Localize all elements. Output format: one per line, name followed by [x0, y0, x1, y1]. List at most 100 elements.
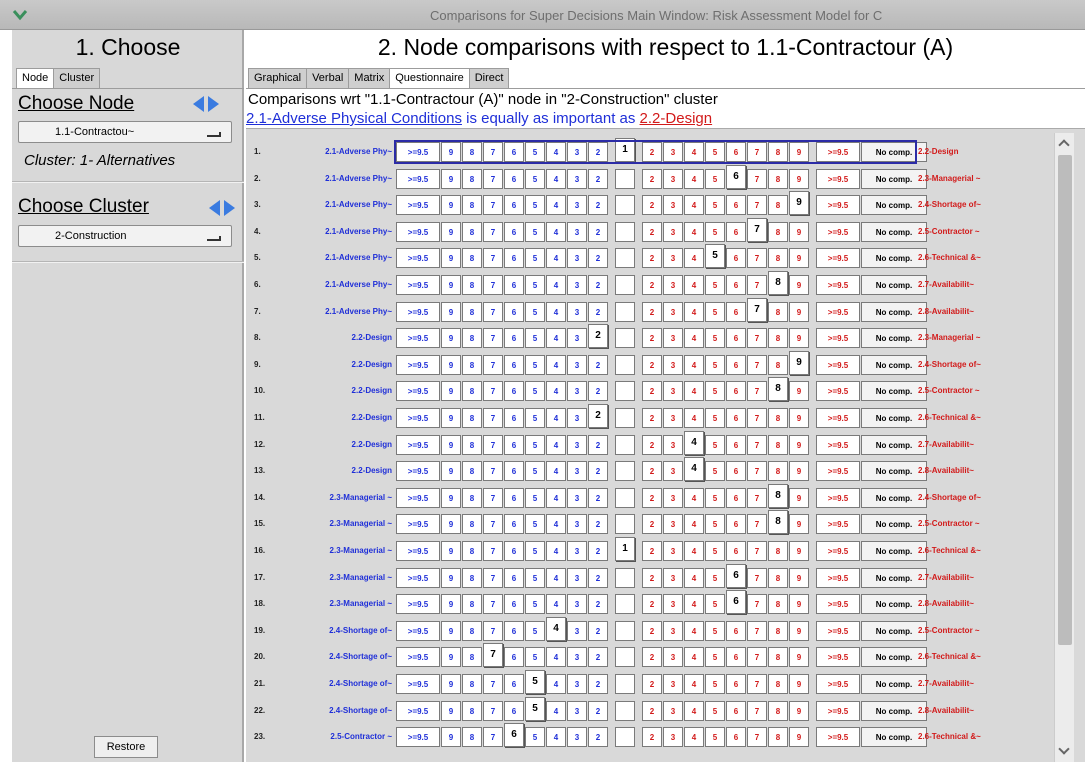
scale-cell-equal[interactable]	[615, 461, 635, 482]
scale-cell-left[interactable]: 3	[567, 700, 587, 721]
scale-cell-left[interactable]: 5	[525, 142, 545, 162]
scale-cell-right[interactable]: >=9.5	[816, 620, 860, 641]
scale-cell-left[interactable]: 5	[525, 514, 545, 535]
scale-cell-right[interactable]: 3	[663, 221, 683, 242]
scale-cell-left[interactable]: 4	[546, 301, 566, 322]
scale-cell-right[interactable]: 8	[768, 142, 788, 162]
scale-cell-equal[interactable]	[615, 514, 635, 535]
scale-cell-right[interactable]: 4	[684, 195, 704, 216]
scale-cell-left[interactable]: 6	[504, 567, 524, 588]
scale-cell-right[interactable]: 7	[747, 142, 767, 162]
scale-cell-left[interactable]: >=9.5	[396, 487, 440, 508]
scale-cell-right[interactable]: 2	[642, 301, 662, 322]
scale-cell-left[interactable]: 6	[504, 275, 524, 295]
scale-cell-left[interactable]: 8	[462, 514, 482, 535]
scale-cell-right[interactable]: 2	[642, 674, 662, 694]
scale-cell-left[interactable]: 4	[546, 408, 566, 428]
scale-cell-left[interactable]: 5	[525, 354, 545, 375]
scale-cell-right[interactable]: 6	[726, 164, 746, 189]
scale-cell-left[interactable]: 2	[588, 324, 608, 349]
scale-cell-left[interactable]: 8	[462, 620, 482, 641]
scale-cell-left[interactable]: 3	[567, 594, 587, 615]
scale-cell-right[interactable]: 8	[768, 271, 788, 295]
scale-cell-left[interactable]: 7	[483, 461, 503, 482]
prev-node-arrow-icon[interactable]	[193, 96, 204, 112]
scale-cell-left[interactable]: 5	[525, 275, 545, 295]
scale-cell-left[interactable]: 3	[567, 541, 587, 561]
scale-cell-right[interactable]: >=9.5	[816, 567, 860, 588]
scale-cell-left[interactable]: 7	[483, 168, 503, 189]
scale-cell-right[interactable]: 2	[642, 381, 662, 402]
scale-cell-right[interactable]: 9	[789, 647, 809, 668]
scale-cell-left[interactable]: 7	[483, 248, 503, 269]
scale-cell-left[interactable]: 4	[546, 354, 566, 375]
scale-cell-right[interactable]: 5	[705, 328, 725, 349]
scale-cell-right[interactable]: 8	[768, 248, 788, 269]
scale-cell-left[interactable]: 5	[525, 461, 545, 482]
scale-cell-right[interactable]: 6	[726, 514, 746, 535]
scale-cell-left[interactable]: 5	[525, 487, 545, 508]
scale-cell-equal[interactable]	[615, 620, 635, 641]
scale-cell-left[interactable]: 3	[567, 408, 587, 428]
next-cluster-arrow-icon[interactable]	[224, 200, 235, 216]
scale-cell-right[interactable]: 2	[642, 487, 662, 508]
scale-cell-right[interactable]: 3	[663, 328, 683, 349]
scale-cell-left[interactable]: 7	[483, 195, 503, 216]
scale-cell-right[interactable]: 3	[663, 541, 683, 561]
tab-node[interactable]: Node	[16, 68, 55, 88]
scale-cell-left[interactable]: 4	[546, 487, 566, 508]
scale-cell-right[interactable]: 5	[705, 727, 725, 748]
scale-cell-left[interactable]: 4	[546, 434, 566, 455]
scale-cell-right[interactable]: 9	[789, 328, 809, 349]
scale-cell-left[interactable]: 9	[441, 620, 461, 641]
scale-cell-left[interactable]: 3	[567, 620, 587, 641]
scale-cell-right[interactable]: 8	[768, 377, 788, 402]
scale-cell-left[interactable]: 8	[462, 434, 482, 455]
scale-cell-right[interactable]: 9	[789, 514, 809, 535]
scale-cell-left[interactable]: 5	[525, 408, 545, 428]
scale-cell-left[interactable]: 8	[462, 275, 482, 295]
scale-cell-left[interactable]: 6	[504, 195, 524, 216]
scale-cell-right[interactable]: 2	[642, 461, 662, 482]
scale-cell-right[interactable]: 7	[747, 328, 767, 349]
scale-cell-right[interactable]: 3	[663, 354, 683, 375]
scale-cell-right[interactable]: 8	[768, 483, 788, 508]
scale-cell-left[interactable]: 7	[483, 514, 503, 535]
scale-cell-left[interactable]: 7	[483, 674, 503, 694]
scale-cell-right[interactable]: 8	[768, 727, 788, 748]
scale-cell-left[interactable]: 8	[462, 408, 482, 428]
scale-cell-right[interactable]: 6	[726, 620, 746, 641]
scale-cell-left[interactable]: 4	[546, 700, 566, 721]
tab-graphical[interactable]: Graphical	[248, 68, 308, 88]
scale-cell-left[interactable]: 5	[525, 670, 545, 694]
scale-cell-left[interactable]: 8	[462, 567, 482, 588]
scale-cell-left[interactable]: >=9.5	[396, 434, 440, 455]
scale-cell-left[interactable]: 2	[588, 434, 608, 455]
scale-cell-right[interactable]: 3	[663, 168, 683, 189]
scale-cell-equal[interactable]	[615, 487, 635, 508]
scale-cell-right[interactable]: >=9.5	[816, 221, 860, 242]
scale-cell-right[interactable]: 3	[663, 487, 683, 508]
scale-cell-right[interactable]: 7	[747, 168, 767, 189]
scale-cell-left[interactable]: 8	[462, 674, 482, 694]
scale-cell-right[interactable]: 9	[789, 700, 809, 721]
scale-cell-right[interactable]: 9	[789, 594, 809, 615]
scale-cell-left[interactable]: 5	[525, 594, 545, 615]
scale-cell-left[interactable]: 2	[588, 381, 608, 402]
scale-cell-right[interactable]: 3	[663, 647, 683, 668]
scale-cell-left[interactable]: 9	[441, 168, 461, 189]
scale-cell-left[interactable]: 6	[504, 328, 524, 349]
scale-cell-equal[interactable]	[615, 408, 635, 428]
scale-cell-left[interactable]: 9	[441, 328, 461, 349]
scale-cell-left[interactable]: >=9.5	[396, 354, 440, 375]
scale-cell-left[interactable]: >=9.5	[396, 195, 440, 216]
scale-cell-right[interactable]: 5	[705, 244, 725, 269]
scale-cell-left[interactable]: 5	[525, 541, 545, 561]
scale-cell-right[interactable]: 6	[726, 590, 746, 615]
scale-cell-right[interactable]: 8	[768, 567, 788, 588]
scale-cell-left[interactable]: 7	[483, 727, 503, 748]
scale-cell-left[interactable]: 3	[567, 168, 587, 189]
scale-cell-left[interactable]: 9	[441, 248, 461, 269]
scale-cell-right[interactable]: 5	[705, 381, 725, 402]
scale-cell-left[interactable]: 2	[588, 700, 608, 721]
